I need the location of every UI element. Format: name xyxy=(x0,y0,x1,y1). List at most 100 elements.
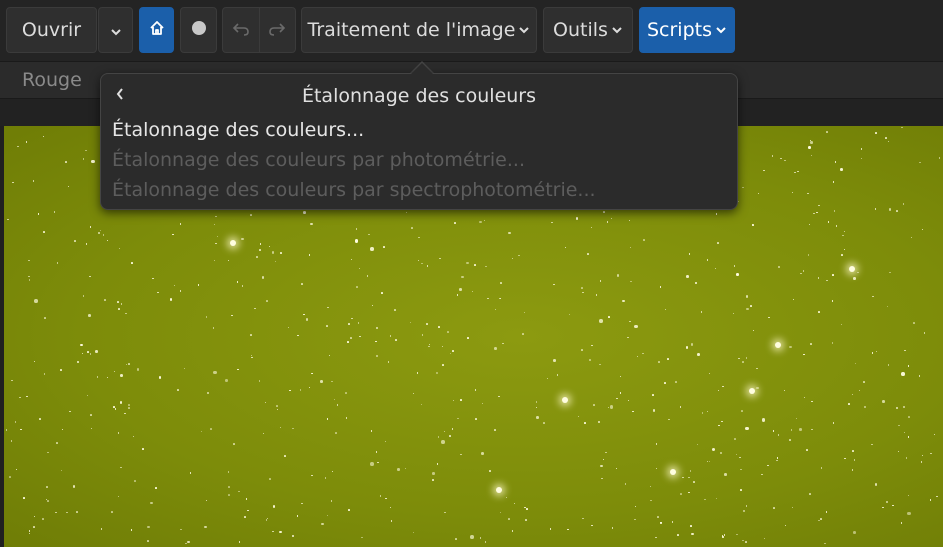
star xyxy=(608,316,610,318)
scripts-menu-button[interactable]: Scripts xyxy=(639,7,735,53)
star xyxy=(622,299,625,303)
record-button[interactable] xyxy=(180,7,217,53)
star xyxy=(152,277,154,280)
star xyxy=(817,277,820,279)
star xyxy=(42,518,44,520)
star xyxy=(7,218,9,221)
star xyxy=(742,539,744,542)
star xyxy=(518,254,520,257)
star xyxy=(581,287,583,289)
star xyxy=(871,443,873,446)
redo-button[interactable] xyxy=(258,8,296,52)
star xyxy=(832,181,835,183)
star xyxy=(457,417,459,420)
star xyxy=(825,511,828,513)
star xyxy=(114,408,117,410)
star xyxy=(668,418,670,421)
star xyxy=(619,375,622,378)
star xyxy=(610,217,613,220)
star xyxy=(60,369,62,371)
star xyxy=(228,494,230,496)
star xyxy=(381,292,383,294)
star xyxy=(117,301,119,303)
star xyxy=(375,451,378,453)
star xyxy=(444,511,446,514)
star xyxy=(39,418,41,420)
star xyxy=(28,530,31,532)
star xyxy=(833,210,836,212)
star xyxy=(244,516,246,518)
star xyxy=(216,235,218,238)
image-processing-menu-button[interactable]: Traitement de l'image xyxy=(301,7,537,53)
star xyxy=(671,521,674,523)
star xyxy=(629,320,631,323)
star xyxy=(387,361,390,363)
star xyxy=(461,275,464,279)
star xyxy=(206,391,210,395)
star xyxy=(437,436,440,438)
star xyxy=(331,470,334,473)
star xyxy=(711,447,716,452)
star xyxy=(131,262,133,264)
star xyxy=(157,291,159,294)
home-button[interactable] xyxy=(139,7,174,53)
recent-files-dropdown-button[interactable] xyxy=(98,7,133,53)
star xyxy=(780,157,782,160)
star xyxy=(615,467,618,470)
star xyxy=(23,497,25,499)
star xyxy=(474,264,476,266)
menu-item-color-calibration[interactable]: Étalonnage des couleurs... xyxy=(112,119,364,141)
star xyxy=(326,325,328,327)
star xyxy=(436,463,439,465)
star xyxy=(809,493,811,495)
star xyxy=(155,487,157,489)
star xyxy=(511,530,514,532)
chevron-down-icon xyxy=(715,26,727,34)
star xyxy=(250,214,252,216)
star xyxy=(470,535,474,539)
star xyxy=(789,345,792,349)
open-button[interactable]: Ouvrir xyxy=(6,7,97,53)
star xyxy=(291,534,295,538)
star xyxy=(818,311,820,313)
star xyxy=(85,243,88,245)
star xyxy=(627,336,629,339)
tab-red-channel[interactable]: Rouge xyxy=(22,69,82,91)
star xyxy=(706,460,709,463)
bright-star xyxy=(849,266,855,272)
star xyxy=(686,275,689,278)
star xyxy=(348,323,350,325)
star xyxy=(284,455,286,457)
star xyxy=(19,396,21,399)
star xyxy=(886,305,889,308)
star xyxy=(279,530,282,534)
star xyxy=(535,406,538,409)
star xyxy=(358,267,361,270)
star xyxy=(582,517,584,520)
star xyxy=(485,265,487,268)
star xyxy=(251,356,253,359)
star xyxy=(210,428,212,430)
star xyxy=(345,392,347,394)
star xyxy=(441,345,444,348)
star xyxy=(256,256,258,258)
star xyxy=(790,429,793,431)
tools-menu-button[interactable]: Outils xyxy=(543,7,633,53)
star xyxy=(65,161,67,163)
star xyxy=(863,405,867,409)
star xyxy=(95,350,98,353)
star xyxy=(706,259,709,261)
star xyxy=(72,485,76,488)
star xyxy=(180,528,182,531)
undo-button[interactable] xyxy=(223,8,259,52)
star xyxy=(28,259,30,261)
star xyxy=(888,208,892,211)
star xyxy=(321,522,324,526)
star xyxy=(383,246,385,248)
star xyxy=(355,228,358,230)
star xyxy=(603,211,605,213)
star xyxy=(471,290,474,293)
star xyxy=(584,422,586,424)
star xyxy=(426,265,429,267)
star xyxy=(824,542,826,545)
